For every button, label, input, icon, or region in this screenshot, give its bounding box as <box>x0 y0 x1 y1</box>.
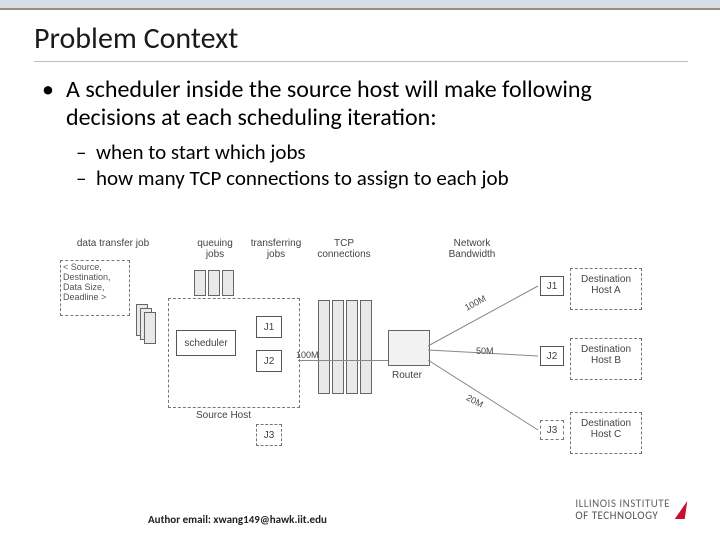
logo-triangle-icon <box>675 501 688 519</box>
router-box <box>388 330 430 366</box>
router-label: Router <box>392 370 422 381</box>
link-source-router <box>298 360 388 361</box>
dest-b-label: Destination Host B <box>576 344 636 366</box>
queue-rect <box>194 270 206 296</box>
col-queuing: queuing jobs <box>192 238 238 260</box>
col-data-transfer: data transfer job <box>70 238 156 249</box>
job-rect <box>144 312 156 344</box>
iit-logo: ILLINOIS INSTITUTE OF TECHNOLOGY <box>575 498 686 522</box>
bullet-sub1: – when to start which jobs <box>76 139 678 165</box>
source-host-label: Source Host <box>196 410 251 421</box>
dash-icon: – <box>76 139 96 165</box>
bullet-list: • A scheduler inside the source host wil… <box>42 76 678 191</box>
title-underline <box>34 61 688 62</box>
dest-c-label: Destination Host C <box>576 418 636 440</box>
j3-box: J3 <box>256 424 282 446</box>
tcp-rect <box>346 300 358 394</box>
j1-box: J1 <box>256 316 282 338</box>
bullet-main: • A scheduler inside the source host wil… <box>42 76 678 133</box>
tcp-rect <box>332 300 344 394</box>
header-bar <box>0 0 720 10</box>
tcp-rect <box>360 300 372 394</box>
bw-100m-1: 100M <box>296 350 319 360</box>
scheduler-box: scheduler <box>176 330 236 356</box>
col-network: Network Bandwidth <box>442 238 502 260</box>
author-email: Author email: xwang149@hawk.iit.edu <box>148 513 327 526</box>
job-spec: < Source, Destination, Data Size, Deadli… <box>60 260 130 316</box>
bullet-main-text: A scheduler inside the source host will … <box>66 76 678 133</box>
bullet-sub1-text: when to start which jobs <box>96 139 306 165</box>
col-tcp: TCP connections <box>314 238 374 260</box>
dest-a-label: Destination Host A <box>576 274 636 296</box>
bullet-icon: • <box>42 76 66 133</box>
bw-50m: 50M <box>476 346 494 356</box>
router-links <box>428 268 568 448</box>
diagram: data transfer job queuing jobs transferr… <box>78 238 678 478</box>
j2-box: J2 <box>256 350 282 372</box>
dash-icon: – <box>76 165 96 191</box>
logo-line2: OF TECHNOLOGY <box>575 510 670 522</box>
bullet-sub2-text: how many TCP connections to assign to ea… <box>96 165 509 191</box>
queue-rect <box>208 270 220 296</box>
bullet-sub2: – how many TCP connections to assign to … <box>76 165 678 191</box>
tcp-rect <box>318 300 330 394</box>
col-transferring: transferring jobs <box>246 238 306 260</box>
slide-title: Problem Context <box>34 20 720 57</box>
queue-rect <box>222 270 234 296</box>
